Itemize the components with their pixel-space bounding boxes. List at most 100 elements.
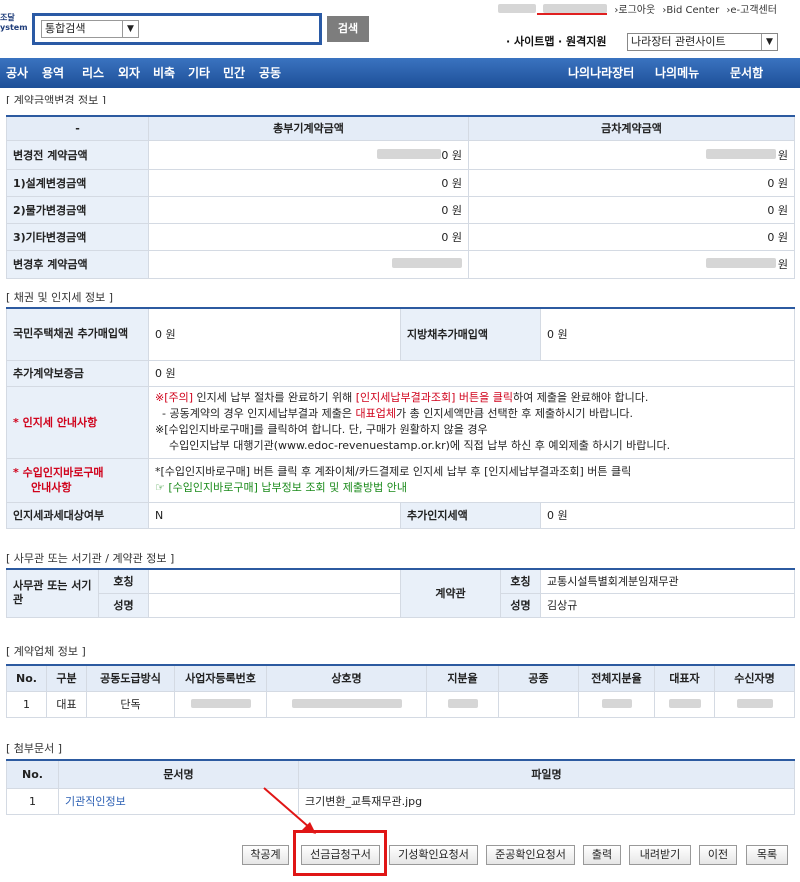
nav-joint[interactable]: 공동 xyxy=(259,58,281,88)
column-header: 금차계약금액 xyxy=(468,115,795,141)
row-label: 변경후 계약금액 xyxy=(6,249,149,279)
column-header: 수신자명 xyxy=(714,664,795,692)
completion-confirm-button[interactable]: 준공확인요청서 xyxy=(486,845,575,865)
revenue-stamp-label-cell: * 수입인지바로구매 안내사항 xyxy=(6,457,149,503)
column-header: 지분율 xyxy=(426,664,499,692)
column-header: 상호명 xyxy=(266,664,427,692)
redacted-value xyxy=(668,698,701,708)
row-label: 변경전 계약금액 xyxy=(6,139,149,170)
joint-method: 단독 xyxy=(86,690,175,718)
stamp-guide-label: 인지세 안내사항 xyxy=(22,416,98,429)
contract-title-label: 호칭 xyxy=(500,568,541,594)
officer-label: 사무관 또는 서기관 xyxy=(6,568,99,618)
bid-center-link[interactable]: ›Bid Center xyxy=(662,5,719,16)
table-row: 2)물가변경금액 0 원 0 원 xyxy=(6,195,795,224)
chevron-down-icon[interactable]: ▼ xyxy=(761,34,777,50)
site-utility-bar: · 사이트맵 · 원격지원 xyxy=(506,33,607,49)
table-row: 추가계약보증금 0 원 xyxy=(6,359,795,387)
current-amount: 0 원 xyxy=(468,222,795,251)
contract-name-value: 김상규 xyxy=(540,592,795,618)
sitemap-link[interactable]: · 사이트맵 xyxy=(506,35,555,48)
table-row: 1 기관직인정보 크기변환_교특재무관.jpg xyxy=(6,787,795,815)
nav-private[interactable]: 민간 xyxy=(223,58,245,88)
nav-document-box[interactable]: 문서함 xyxy=(730,58,763,88)
search-type-select[interactable]: 통합검색 ▼ xyxy=(41,20,139,38)
related-site-select[interactable]: 나라장터 관련사이트 ▼ xyxy=(627,33,778,51)
start-report-button[interactable]: 착공계 xyxy=(242,845,289,865)
extra-deposit-label: 추가계약보증금 xyxy=(6,359,149,387)
nav-my-menu[interactable]: 나의메뉴 xyxy=(655,58,699,88)
local-bond-value: 0 원 xyxy=(540,307,795,361)
column-header: 사업자등록번호 xyxy=(174,664,267,692)
nav-etc[interactable]: 기타 xyxy=(188,58,210,88)
officer-title-label: 호칭 xyxy=(98,568,149,594)
table-header-row: - 총부기계약금액 금차계약금액 xyxy=(6,115,795,141)
housing-bond-value: 0 원 xyxy=(148,307,401,361)
total-amount: 0 원 xyxy=(148,222,469,251)
current-amount: 0 원 xyxy=(468,168,795,197)
search-button[interactable]: 검색 xyxy=(327,16,369,42)
revenue-stamp-text: *[수입인지바로구매] 버튼 클릭 후 계좌이체/카드결제로 인지세 납부 후 … xyxy=(148,457,795,503)
redacted-amount xyxy=(377,148,442,159)
redacted-amount xyxy=(705,258,776,268)
share-ratio xyxy=(426,690,499,718)
nav-service[interactable]: 용역 xyxy=(42,58,64,88)
business-number xyxy=(174,690,267,718)
extra-deposit-value: 0 원 xyxy=(148,359,795,387)
office-section-title: [ 사무관 또는 서기관 / 계약관 정보 ] xyxy=(6,552,175,565)
table-row: 3)기타변경금액 0 원 0 원 xyxy=(6,222,795,251)
nav-my-page[interactable]: 나의나라장터 xyxy=(568,58,634,88)
highlight-box xyxy=(293,830,387,876)
total-amount: 0 원 xyxy=(148,195,469,224)
nav-stockpile[interactable]: 비축 xyxy=(153,58,175,88)
related-site-value: 나라장터 관련사이트 xyxy=(631,35,726,48)
top-header: 조달 ystem 통합검색 ▼ 검색 ›로그아웃 ›Bid Center ›e-… xyxy=(0,0,800,56)
recipient-name xyxy=(714,690,795,718)
stamp-guide-label-cell: * 인지세 안내사항 xyxy=(6,385,149,459)
table-header-row: No. 문서명 파일명 xyxy=(6,759,795,789)
nav-foreign[interactable]: 외자 xyxy=(118,58,140,88)
total-amount: 0 원 xyxy=(148,168,469,197)
current-amount: 원 xyxy=(468,249,795,279)
stamp-guide-text: ※[주의] 인지세 납부 절차를 완료하기 위해 [인지세납부결과조회] 버튼을… xyxy=(148,385,795,459)
officer-title-value xyxy=(148,568,401,594)
logout-link[interactable]: ›로그아웃 xyxy=(614,5,655,16)
nav-construction[interactable]: 공사 xyxy=(6,58,28,88)
contract-name-label: 성명 xyxy=(500,592,541,618)
chevron-down-icon[interactable]: ▼ xyxy=(122,21,138,37)
company-type: 대표 xyxy=(46,690,87,718)
row-label: 2)물가변경금액 xyxy=(6,195,149,224)
redacted-value xyxy=(190,698,251,708)
list-button[interactable]: 목록 xyxy=(746,845,788,865)
red-underline xyxy=(537,13,607,15)
logo-line-1: 조달 xyxy=(0,13,15,22)
bond-section-title: [ 채권 및 인지세 정보 ] xyxy=(6,291,114,304)
download-button[interactable]: 내려받기 xyxy=(629,845,691,865)
file-name[interactable]: 크기변환_교특재무관.jpg xyxy=(298,787,795,815)
logo-line-2: ystem xyxy=(0,23,28,32)
revenue-stamp-guide-link[interactable]: ☞ [수입인지바로구매] 납부정보 조회 및 제출방법 안내 xyxy=(155,480,788,496)
redacted-amount xyxy=(392,257,462,268)
company-table: No. 구분 공동도급방식 사업자등록번호 상호명 지분율 공종 전체지분율 대… xyxy=(6,664,795,718)
total-amount: 0 원 xyxy=(148,139,469,170)
table-row: 1 대표 단독 xyxy=(6,690,795,718)
row-label: 1)설계변경금액 xyxy=(6,168,149,197)
company-section-title: [ 계약업체 정보 ] xyxy=(6,645,86,658)
column-header: 전체지분율 xyxy=(578,664,655,692)
work-type xyxy=(498,690,579,718)
row-label: 3)기타변경금액 xyxy=(6,222,149,251)
table-row: 국민주택채권 추가매입액 0 원 지방채추가매입액 0 원 xyxy=(6,307,795,361)
nav-lease[interactable]: 리스 xyxy=(82,58,104,88)
column-header: 공동도급방식 xyxy=(86,664,175,692)
required-star: * xyxy=(13,466,23,479)
remote-support-link[interactable]: · 원격지원 xyxy=(558,35,607,48)
officer-name-label: 성명 xyxy=(98,592,149,618)
previous-button[interactable]: 이전 xyxy=(699,845,737,865)
customer-center-link[interactable]: ›e-고객센터 xyxy=(726,5,777,16)
site-logo[interactable]: 조달 ystem xyxy=(0,13,28,33)
main-nav: 공사 용역 리스 외자 비축 기타 민간 공동 나의나라장터 나의메뉴 문서함 xyxy=(0,58,800,88)
redacted-value xyxy=(736,698,773,708)
table-row: 사무관 또는 서기관 호칭 계약관 호칭 교통시설특별회계분임재무관 xyxy=(6,568,795,618)
print-button[interactable]: 출력 xyxy=(583,845,621,865)
progress-confirm-button[interactable]: 기성확인요청서 xyxy=(389,845,478,865)
